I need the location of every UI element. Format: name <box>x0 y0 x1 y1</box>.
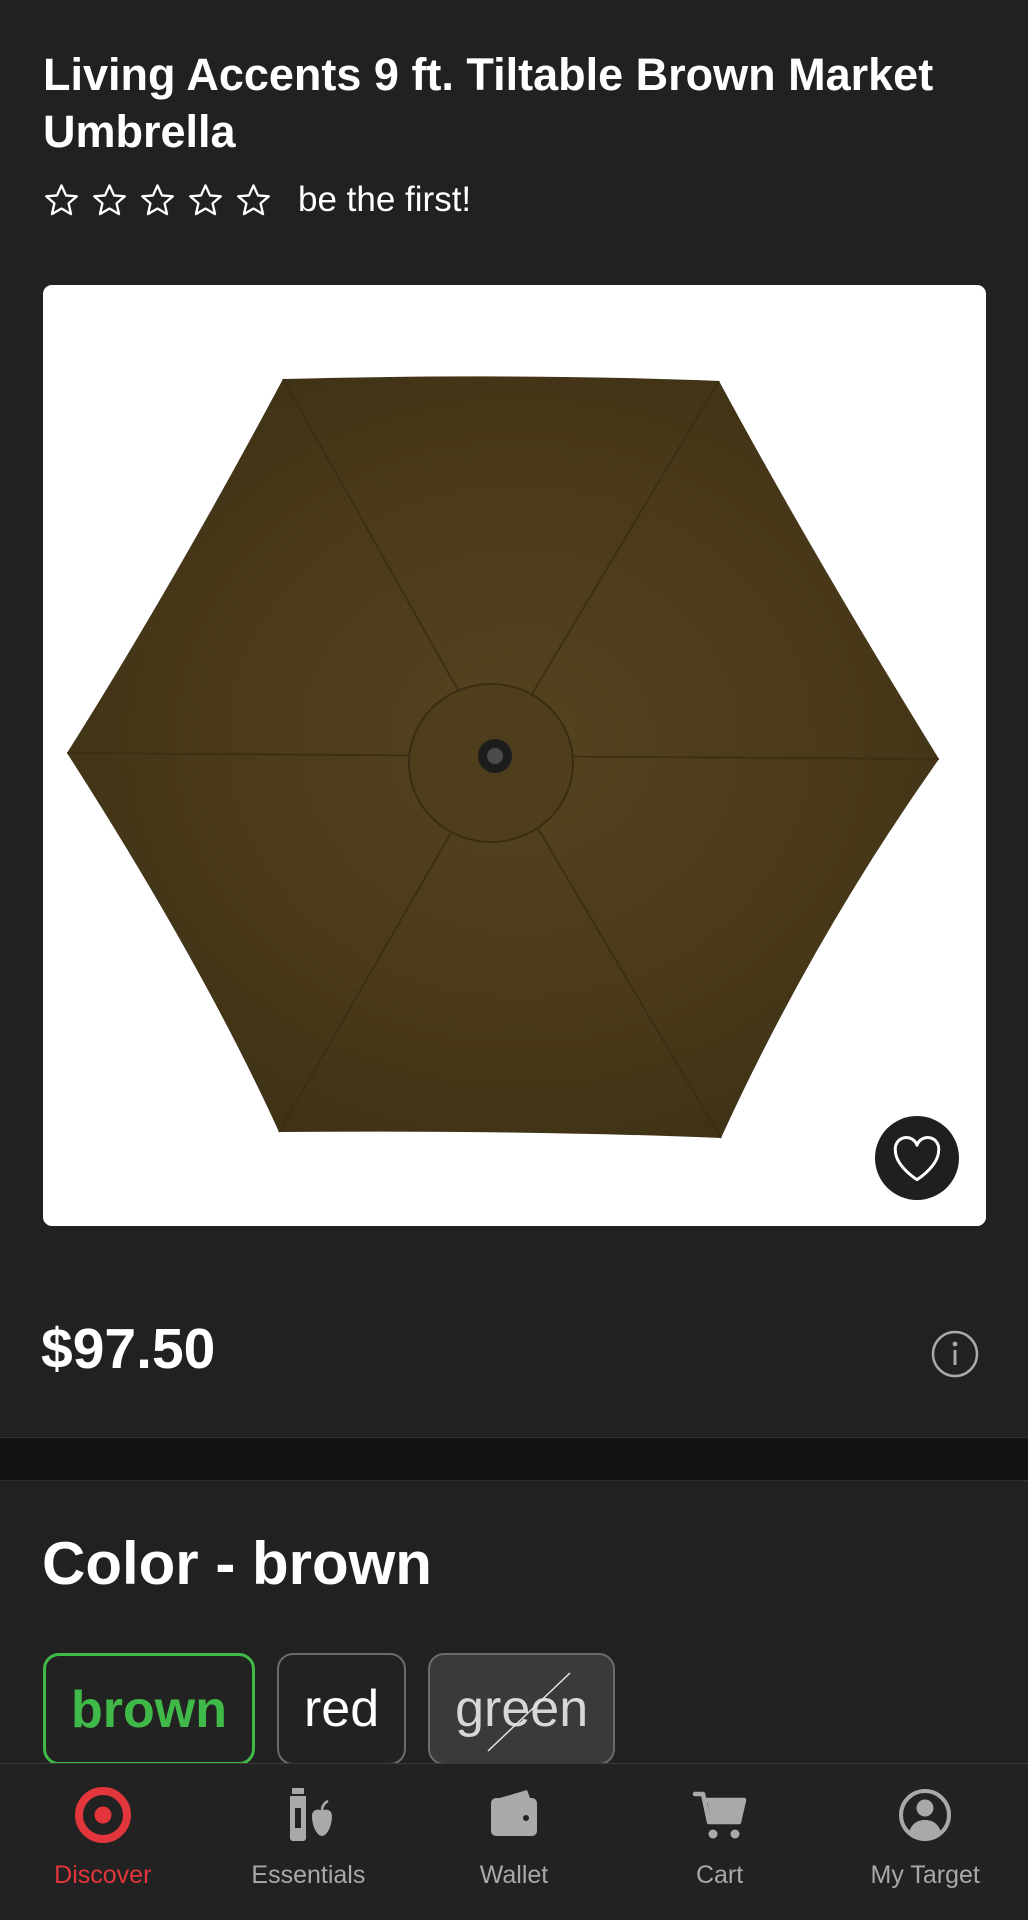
rating-stars <box>43 182 272 219</box>
bottom-tab-bar: Discover Essentials Wallet Cart My Targe… <box>0 1763 1028 1920</box>
tab-discover[interactable]: Discover <box>0 1764 206 1920</box>
product-price: $97.50 <box>41 1317 216 1381</box>
star-outline-icon <box>93 183 126 215</box>
account-icon <box>899 1789 952 1841</box>
rating-prompt[interactable]: be the first! <box>298 180 471 220</box>
color-option-green[interactable]: green <box>428 1653 616 1765</box>
product-detail-page: Living Accents 9 ft. Tiltable Brown Mark… <box>0 0 1028 1920</box>
tab-label: My Target <box>870 1861 980 1889</box>
rating-row[interactable]: be the first! <box>43 176 471 224</box>
tab-my-target[interactable]: My Target <box>822 1764 1028 1920</box>
umbrella-image <box>66 376 940 1139</box>
tab-cart[interactable]: Cart <box>617 1764 823 1920</box>
target-bullseye-icon <box>74 1787 131 1843</box>
tab-label: Essentials <box>251 1861 366 1889</box>
color-heading: Color - brown <box>42 1530 432 1597</box>
color-option-label: green <box>455 1680 589 1738</box>
cart-icon <box>692 1791 746 1839</box>
tab-wallet[interactable]: Wallet <box>411 1764 617 1920</box>
heart-icon <box>893 1136 941 1182</box>
tab-label: Wallet <box>479 1861 549 1889</box>
tab-label: Discover <box>54 1861 152 1889</box>
color-options: brown red green <box>43 1653 616 1765</box>
star-outline-icon <box>45 183 78 215</box>
product-title: Living Accents 9 ft. Tiltable Brown Mark… <box>43 49 934 157</box>
color-option-red[interactable]: red <box>276 1653 407 1765</box>
info-icon[interactable] <box>931 1330 979 1378</box>
star-outline-icon <box>141 183 174 215</box>
grocery-icon <box>290 1788 333 1841</box>
favorite-button[interactable] <box>875 1116 959 1200</box>
tab-essentials[interactable]: Essentials <box>206 1764 412 1920</box>
star-outline-icon <box>237 183 270 215</box>
star-outline-icon <box>189 183 222 215</box>
section-divider <box>0 1437 1028 1481</box>
tab-label: Cart <box>695 1861 744 1889</box>
product-image[interactable] <box>43 285 986 1226</box>
wallet-icon <box>490 1790 537 1836</box>
color-option-brown[interactable]: brown <box>43 1653 255 1765</box>
